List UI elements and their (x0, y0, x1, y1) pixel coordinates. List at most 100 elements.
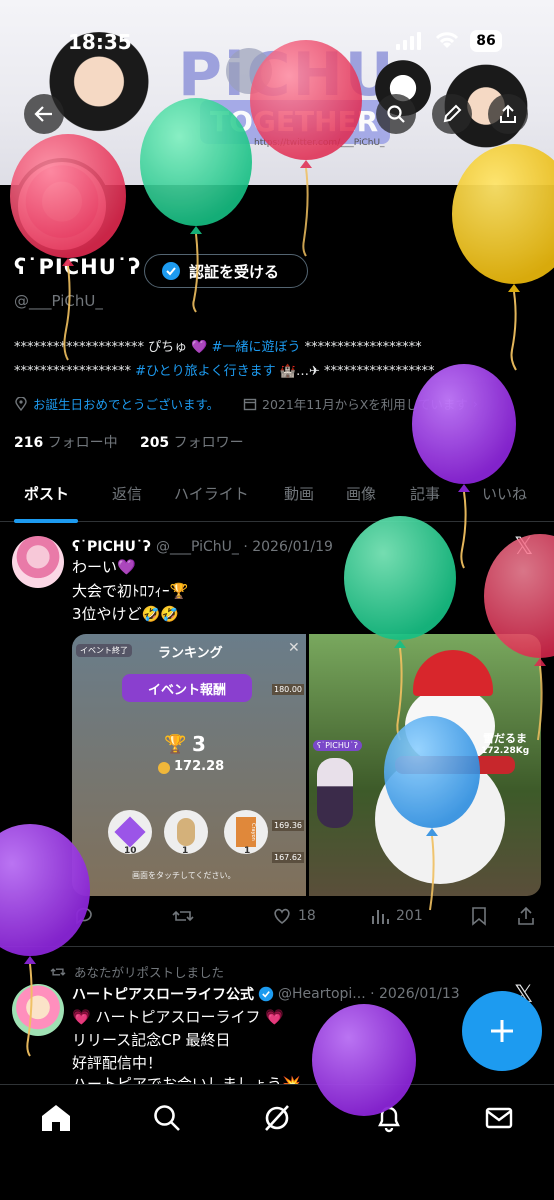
tab-posts[interactable]: ポスト (24, 483, 69, 504)
row-value: 167.62 (272, 852, 304, 863)
reward-gem-count: 10 (124, 846, 137, 856)
player-tag: ʕ˙PICHU˙ʔ (313, 740, 362, 751)
share-icon (500, 104, 516, 123)
back-button[interactable] (24, 94, 64, 134)
joined-item[interactable]: 2021年11月からXを利用しています › (243, 394, 478, 413)
tap-hint: 画面をタッチしてください。 (132, 871, 236, 880)
tab-videos[interactable]: 動画 (284, 483, 314, 504)
nav-grok[interactable] (262, 1103, 292, 1137)
hashtag-link[interactable]: #ひとり旅よく行きます (135, 364, 276, 379)
tab-media[interactable]: 画像 (346, 483, 376, 504)
like-button[interactable]: 18 (272, 906, 316, 926)
plus-icon (491, 1020, 513, 1042)
reply-icon (76, 907, 92, 925)
x-logo-icon: 𝕏 (514, 532, 534, 560)
post-text-line: 好評配信中！ (72, 1054, 163, 1072)
views-icon (372, 910, 389, 924)
wifi-icon (434, 30, 460, 54)
post-avatar[interactable] (12, 984, 64, 1036)
post-handle-date: @Heartopi... · 2026/01/13 (278, 986, 460, 1002)
post-text-line: 大会で初ﾄﾛﾌｨｰ🏆 (72, 582, 189, 600)
profile-banner[interactable]: PiCHU TOGETHER https://twitter.com/___Pi… (0, 0, 554, 185)
share-button[interactable] (488, 94, 528, 134)
location-pin-icon (15, 396, 27, 411)
tab-replies[interactable]: 返信 (112, 483, 142, 504)
compose-post-button[interactable] (462, 991, 542, 1071)
hashtag-link[interactable]: #一緒に遊ぼう (212, 340, 301, 355)
display-name: ʕ˙PICHU˙ʔ (14, 255, 142, 279)
post-image-snowman[interactable]: ʕ˙PICHU˙ʔ 雪だるま 172.28Kg (309, 634, 541, 896)
nav-search[interactable] (152, 1103, 182, 1137)
banner-character-mid (226, 48, 272, 94)
birthday-text: お誕生日おめでとうございます。 (33, 397, 220, 412)
get-verified-button[interactable]: 認証を受ける (144, 254, 308, 288)
nav-home[interactable] (40, 1103, 72, 1137)
tab-articles[interactable]: 記事 (410, 483, 440, 504)
post-author-name[interactable]: ʕ˙PICHU˙ʔ (72, 539, 151, 555)
heart-icon (274, 908, 290, 925)
birthday-item[interactable]: お誕生日おめでとうございます。 (14, 394, 219, 413)
repost-icon (50, 967, 66, 976)
mail-icon (485, 1107, 513, 1129)
edit-button[interactable] (432, 94, 472, 134)
post-image-ranking[interactable]: イベント終了 ランキング ✕ イベント報酬 🏆 3 172.28 180.00 … (72, 634, 306, 896)
post-avatar[interactable] (12, 536, 64, 588)
repost-button[interactable] (172, 906, 194, 926)
tab-likes[interactable]: いいね (482, 483, 527, 504)
row-value: 169.36 (272, 820, 304, 831)
battery-indicator: 86 (470, 30, 502, 52)
tab-highlights[interactable]: ハイライト (174, 483, 249, 504)
repost-icon (172, 910, 194, 922)
share-post-button[interactable] (516, 906, 536, 926)
row-value: 180.00 (272, 684, 304, 695)
repost-indicator: あなたがリポストしました (50, 962, 224, 981)
nav-notifications[interactable] (374, 1103, 404, 1137)
follow-stats: 216 フォロー中 205 フォロワー (14, 432, 244, 452)
snowman-weight: 172.28Kg (481, 746, 530, 756)
snowman-name: 雪だるま (483, 732, 527, 745)
event-ended-badge: イベント終了 (76, 644, 132, 657)
followers-link[interactable]: 205 フォロワー (140, 435, 244, 451)
player-character (317, 758, 353, 828)
status-time: 18:35 (68, 30, 132, 54)
post-text-line: 3位やけど🤣🤣 (72, 605, 179, 623)
back-arrow-icon (34, 106, 52, 122)
verified-badge-icon (258, 986, 274, 1002)
search-button[interactable] (376, 94, 416, 134)
post-divider (0, 946, 554, 947)
banner-url: https://twitter.com/___PiChU_ (254, 138, 385, 148)
signal-icon (396, 32, 422, 50)
share-icon (518, 906, 534, 925)
rank-number: 3 (192, 732, 206, 756)
coin-icon (158, 762, 170, 774)
repost-label: あなたがリポストしました (74, 965, 225, 980)
santa-hat (413, 650, 493, 696)
search-icon (387, 105, 405, 123)
snowman-scarf (395, 756, 515, 774)
ranking-header: ランキング (158, 646, 223, 661)
bottom-navigation (0, 1084, 554, 1200)
pencil-icon (443, 104, 462, 123)
bio-line-1: ******************** ぴちゅ 💜 #一緒に遊ぼう *****… (14, 340, 422, 355)
view-count: 201 (396, 908, 423, 924)
bookmark-button[interactable] (470, 906, 488, 926)
active-tab-indicator (14, 519, 78, 523)
profile-tabs: ポスト 返信 ハイライト 動画 画像 記事 いいね (0, 470, 554, 523)
nav-messages[interactable] (484, 1103, 514, 1137)
like-count: 18 (298, 908, 316, 924)
chevron-right-icon: › (472, 396, 478, 411)
reply-button[interactable] (74, 906, 94, 926)
verified-badge-icon (162, 262, 180, 280)
following-link[interactable]: 216 フォロー中 (14, 435, 118, 451)
get-verified-label: 認証を受ける (189, 262, 280, 281)
reward-figure-count: 1 (182, 846, 189, 856)
event-reward-banner: イベント報酬 (122, 674, 252, 702)
ranking-close-icon: ✕ (288, 640, 300, 656)
profile-avatar[interactable] (14, 158, 110, 254)
views-button[interactable]: 201 (370, 906, 423, 926)
post-text-line: わーい💜 (72, 558, 136, 576)
trophy-icon: 🏆 (164, 734, 187, 755)
profile-handle: @___PiChU_ (14, 292, 103, 310)
post-author-name[interactable]: ハートピアスローライフ公式 (72, 984, 254, 1004)
bio-line-2: ****************** #ひとり旅よく行きます 🏰…✈ *****… (14, 364, 435, 379)
